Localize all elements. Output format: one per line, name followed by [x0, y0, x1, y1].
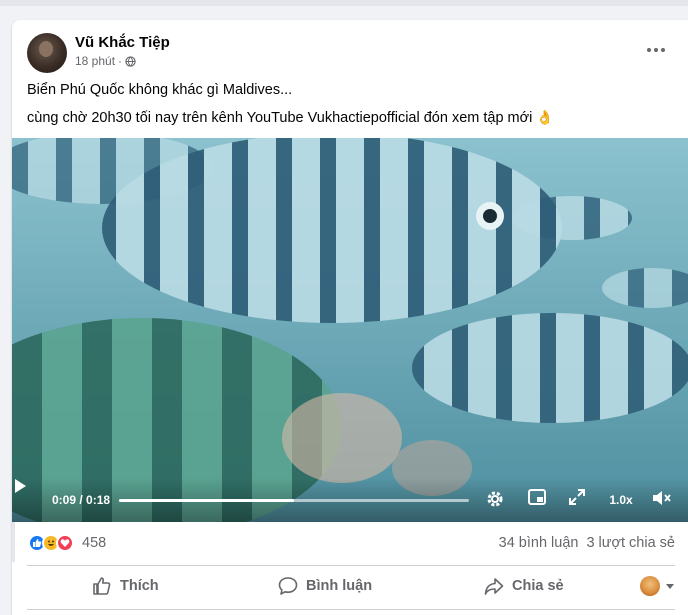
dot-icon: [647, 48, 651, 52]
like-button-label: Thích: [120, 578, 159, 594]
reactions-summary[interactable]: 458: [28, 534, 106, 552]
post-stats: 34 bình luận 3 lượt chia sẻ: [499, 535, 675, 551]
like-button[interactable]: Thích: [92, 576, 159, 596]
comment-button[interactable]: Bình luận: [278, 576, 372, 596]
share-button-label: Chia sẻ: [512, 578, 564, 594]
chevron-down-icon: [666, 583, 674, 589]
reaction-profile-selector[interactable]: [640, 576, 674, 596]
post-text-line-1: Biển Phú Quốc không khác gì Maldives...: [27, 82, 293, 98]
comment-icon: [278, 577, 298, 595]
play-icon[interactable]: [12, 478, 28, 494]
volume-muted-icon[interactable]: [651, 489, 673, 511]
card-left-accent: [12, 522, 15, 562]
share-icon: [484, 578, 504, 595]
video-progress-bar[interactable]: [119, 499, 469, 502]
video-frame: [12, 138, 688, 522]
more-options-button[interactable]: [638, 36, 674, 64]
dot-icon: [654, 48, 658, 52]
playback-speed-button[interactable]: 1.0x: [606, 489, 636, 511]
top-divider: [0, 0, 688, 6]
author-avatar[interactable]: [27, 33, 67, 73]
share-count-link[interactable]: 3 lượt chia sẻ: [586, 535, 675, 551]
author-name[interactable]: Vũ Khắc Tiệp: [75, 34, 170, 51]
globe-icon: [125, 55, 136, 67]
actions-divider-bottom: [27, 609, 675, 610]
dot-icon: [661, 48, 665, 52]
thumbs-up-icon: [93, 577, 111, 595]
post-time[interactable]: 18 phút: [75, 54, 115, 68]
video-player[interactable]: 0:09 / 0:18 1.0x: [12, 138, 688, 522]
video-controls: 0:09 / 0:18 1.0x: [12, 478, 688, 522]
actions-divider-top: [27, 565, 675, 566]
comment-count-link[interactable]: 34 bình luận: [499, 535, 579, 551]
post-text-line-2: cùng chờ 20h30 tối nay trên kênh YouTube…: [27, 109, 554, 126]
fullscreen-icon[interactable]: [569, 489, 591, 511]
video-time: 0:09 / 0:18: [52, 493, 111, 507]
miniplayer-icon[interactable]: [528, 489, 550, 511]
post-text-line-2-content: cùng chờ 20h30 tối nay trên kênh YouTube…: [27, 109, 533, 126]
ok-hand-emoji: 👌: [536, 109, 554, 125]
reaction-count: 458: [82, 535, 107, 551]
post-card: Vũ Khắc Tiệp 18 phút · Biển Phú Quốc khô…: [12, 20, 688, 615]
share-button[interactable]: Chia sẻ: [484, 576, 564, 596]
comment-button-label: Bình luận: [306, 578, 373, 594]
love-reaction-icon: [56, 534, 74, 552]
page-avatar: [640, 576, 660, 596]
post-meta: 18 phút ·: [75, 54, 136, 68]
settings-icon[interactable]: [485, 489, 507, 511]
video-progress-fill: [119, 499, 294, 502]
